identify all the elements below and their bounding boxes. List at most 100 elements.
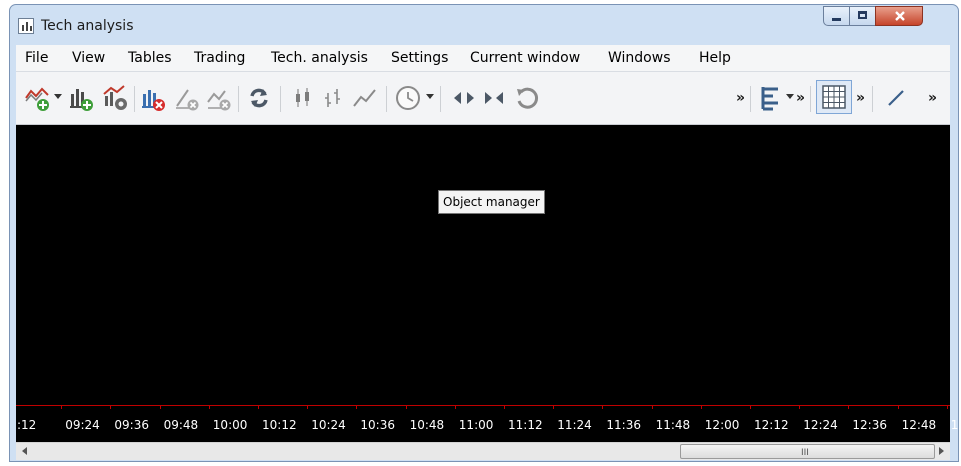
indicator-settings-icon[interactable]: [102, 84, 128, 112]
time-axis-label: 12:00: [704, 418, 740, 432]
time-axis-tick: [946, 405, 948, 409]
time-axis-tick: [750, 405, 751, 409]
menu-windows[interactable]: Windows: [608, 50, 671, 66]
time-axis-label: 10:12: [262, 418, 297, 432]
time-axis-tick: [208, 405, 210, 409]
horizontal-scrollbar[interactable]: III: [16, 442, 950, 460]
drawing-tools-dropdown-icon[interactable]: [786, 94, 794, 99]
toolbar-more-button[interactable]: »: [796, 90, 805, 106]
close-icon: [895, 11, 905, 21]
scroll-right-icon[interactable]: [939, 447, 944, 455]
time-axis-label: :12: [17, 418, 37, 432]
time-axis-tick: [61, 405, 63, 409]
time-axis-label: 10:00: [212, 418, 248, 432]
time-axis-label: 10:24: [311, 418, 346, 432]
time-axis-tick: [799, 405, 801, 409]
toolbar-more-button[interactable]: »: [928, 90, 937, 106]
toolbar-separator: [134, 86, 135, 112]
menu-tables[interactable]: Tables: [128, 50, 172, 66]
time-axis-label: 12:24: [803, 418, 838, 432]
app-logo-icon: [18, 18, 34, 34]
time-axis-label: 12:36: [852, 418, 887, 432]
time-axis-label: 10:48: [409, 418, 445, 432]
menu-current-window[interactable]: Current window: [470, 50, 580, 66]
maximize-button[interactable]: [849, 6, 876, 26]
drawing-tools-icon[interactable]: [758, 84, 782, 112]
toolbar-separator: [238, 86, 239, 112]
time-axis-tick: [110, 405, 112, 409]
time-axis-tick: [356, 405, 358, 409]
chart-area[interactable]: Object manager :12 09:24 09:36 09:48 10:00 10…: [16, 125, 961, 442]
minimize-button[interactable]: [823, 6, 850, 26]
scroll-left-icon[interactable]: [22, 447, 27, 455]
time-axis-label: 11:36: [606, 418, 641, 432]
scrollbar-thumb[interactable]: III: [680, 444, 935, 459]
time-axis-tick: [454, 405, 456, 409]
menu-help[interactable]: Help: [699, 50, 731, 66]
toolbar-more-button[interactable]: »: [856, 90, 865, 106]
trendline-icon[interactable]: [886, 88, 906, 108]
time-axis-tick: [159, 405, 161, 409]
add-chart-dropdown-icon[interactable]: [54, 94, 62, 99]
grid-icon: [822, 85, 846, 109]
title-bar[interactable]: Tech analysis: [10, 5, 958, 45]
time-axis-label: 10:36: [360, 418, 395, 432]
menu-trading[interactable]: Trading: [194, 50, 245, 66]
toolbar-separator: [440, 86, 441, 112]
menu-view[interactable]: View: [72, 50, 105, 66]
time-axis-tick: [504, 405, 505, 409]
menu-file[interactable]: File: [25, 50, 48, 66]
timeframe-clock-icon[interactable]: [394, 84, 422, 112]
time-axis-tick: [307, 405, 309, 409]
window-title: Tech analysis: [41, 18, 134, 34]
scrollbar-grip: III: [801, 448, 809, 458]
reset-icon[interactable]: [514, 85, 540, 111]
toolbar-separator: [280, 86, 281, 112]
bars-icon[interactable]: [322, 86, 344, 110]
time-axis-label: 11:48: [655, 418, 691, 432]
menu-tech-analysis[interactable]: Tech. analysis: [271, 50, 368, 66]
time-axis-label: 11:00: [458, 418, 494, 432]
time-axis-tick: [602, 405, 604, 409]
candles-icon[interactable]: [292, 86, 314, 110]
time-axis-tick: [553, 405, 555, 409]
time-axis-tick: [405, 405, 407, 409]
remove-chart-icon[interactable]: [140, 84, 166, 112]
add-chart-icon[interactable]: [24, 84, 50, 112]
refresh-icon[interactable]: [248, 86, 270, 110]
zoom-in-icon[interactable]: [452, 88, 476, 108]
time-axis-label: 09:48: [163, 418, 199, 432]
menu-settings[interactable]: Settings: [391, 50, 448, 66]
time-axis-tick: [848, 405, 850, 409]
line-chart-icon[interactable]: [352, 86, 378, 110]
time-axis-label: 09:36: [114, 418, 149, 432]
time-axis-line: [16, 405, 950, 406]
time-axis-tick: [700, 405, 702, 409]
time-axis-label: 12:12: [754, 418, 789, 432]
time-axis-label: 12:48: [901, 418, 937, 432]
toolbar-separator: [810, 86, 811, 112]
time-axis-label: 13: [950, 418, 961, 432]
minimize-icon: [832, 18, 841, 21]
app-window: Tech analysis File View Tables Trading T…: [9, 4, 961, 462]
time-axis-tick: [897, 405, 899, 409]
toolbar-separator: [872, 86, 873, 112]
close-button[interactable]: [875, 6, 923, 26]
toolbar-more-button[interactable]: »: [736, 90, 745, 106]
timeframe-dropdown-icon[interactable]: [426, 94, 434, 99]
toolbar-separator: [386, 86, 387, 112]
remove-curve-icon[interactable]: [206, 84, 232, 112]
menu-bar: File View Tables Trading Tech. analysis …: [16, 45, 950, 72]
tooltip: Object manager: [438, 190, 545, 214]
maximize-icon: [858, 11, 867, 19]
toolbar: » » » »: [16, 72, 950, 125]
add-bars-icon[interactable]: [68, 84, 94, 112]
time-axis-tick: [651, 405, 653, 409]
grid-toggle-button[interactable]: [816, 80, 852, 114]
time-axis-tick: [258, 405, 259, 409]
time-axis-label: 11:12: [508, 418, 543, 432]
remove-line-icon[interactable]: [174, 84, 200, 112]
time-axis-label: 09:24: [65, 418, 100, 432]
toolbar-separator: [750, 86, 751, 112]
zoom-out-icon[interactable]: [482, 88, 506, 108]
